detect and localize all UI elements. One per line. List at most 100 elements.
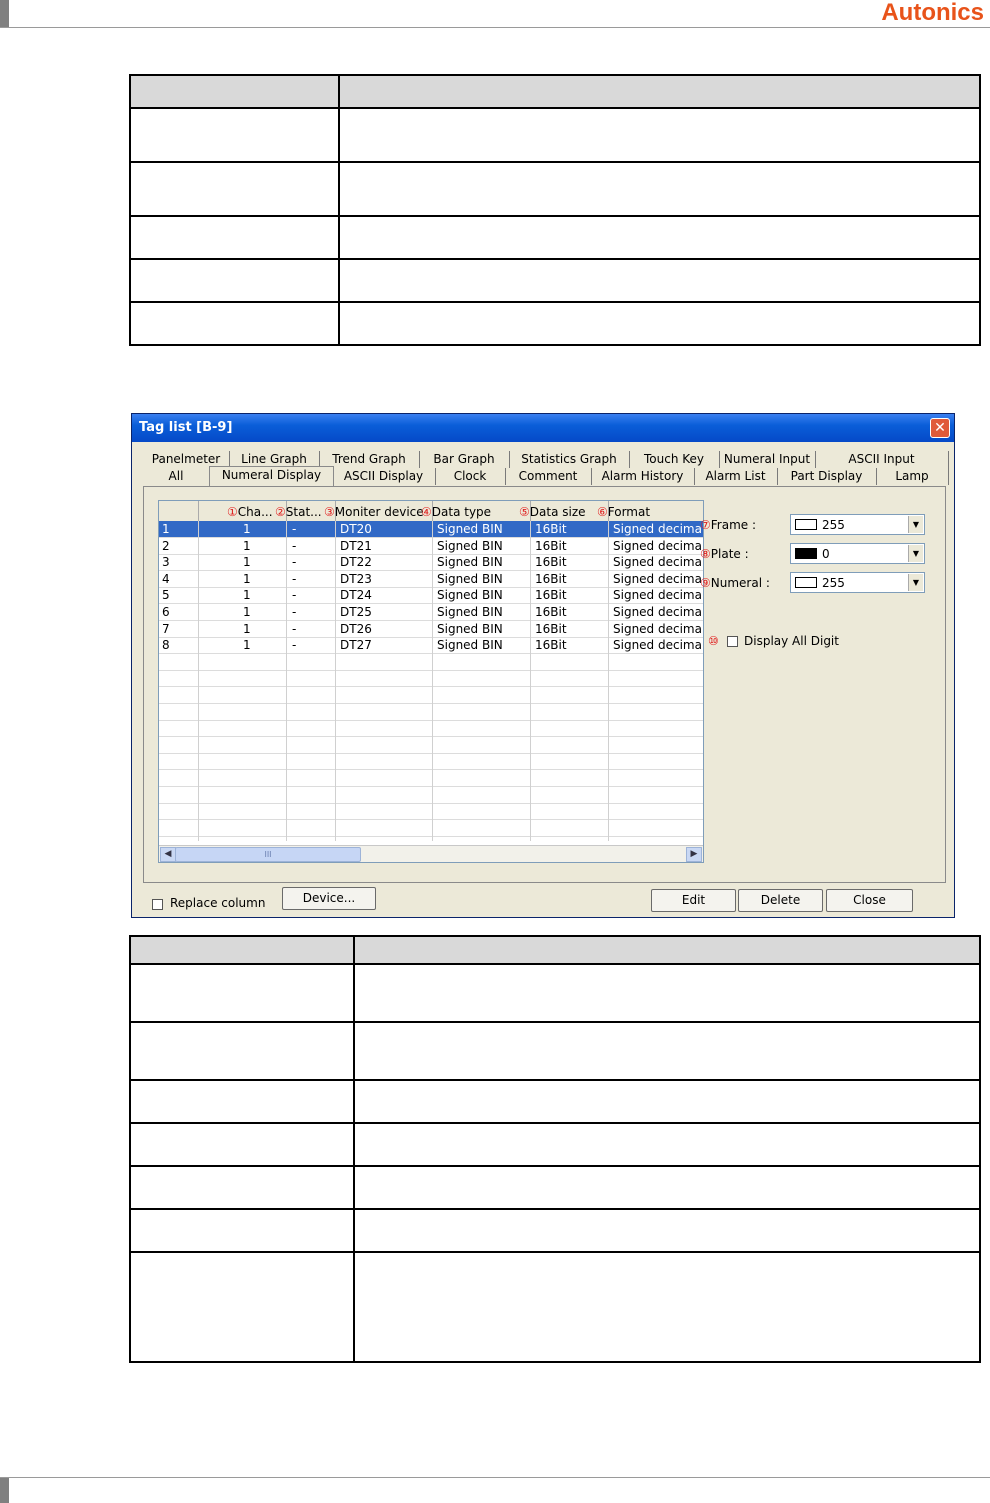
table-cell: - [292, 555, 297, 570]
tab-bar-graph[interactable]: Bar Graph [419, 451, 510, 468]
table-cell: - [292, 605, 297, 619]
table-cell: 4 [162, 571, 170, 586]
column-header-5[interactable]: ⑤Data size [519, 501, 609, 521]
table-cell: Signed BIN [437, 621, 503, 636]
table-cell: Signed decimal [613, 538, 704, 553]
chevron-down-icon[interactable]: ▼ [908, 516, 923, 533]
table-cell: Signed decimal [613, 638, 704, 653]
table-cell: DT24 [340, 588, 372, 603]
tab-trend-graph[interactable]: Trend Graph [319, 451, 420, 468]
column-header-3[interactable]: ③Moniter device [324, 501, 433, 521]
table-cell: 16Bit [535, 588, 567, 603]
tab-part-display[interactable]: Part Display [777, 468, 877, 485]
plate-color-select[interactable]: 0 ▼ [790, 543, 925, 564]
numeral-color-select[interactable]: 255 ▼ [790, 572, 925, 593]
frame-color-select[interactable]: 255 ▼ [790, 514, 925, 535]
tab-touch-key[interactable]: Touch Key [629, 451, 720, 468]
tab-alarm-history[interactable]: Alarm History [591, 468, 695, 485]
title-bar: Tag list [B-9] ✕ [132, 414, 954, 442]
table-cell: Signed BIN [437, 555, 503, 570]
tab-comment[interactable]: Comment [505, 468, 592, 485]
grid-header: ①Cha... ②Stat... ③Moniter device ④Data type… [159, 501, 703, 522]
table-cell: 7 [162, 621, 170, 636]
grid-divider [198, 521, 199, 841]
column-label: Data size [529, 505, 586, 519]
tab-numeral-input[interactable]: Numeral Input [719, 451, 816, 468]
numeral-color-swatch [795, 577, 817, 588]
table-cell: 16Bit [535, 638, 567, 653]
table-cell: Signed decimal [613, 605, 704, 619]
table-cell: 2 [162, 538, 170, 553]
table-cell: 1 [243, 605, 251, 619]
scroll-right-icon[interactable]: ▶ [686, 847, 702, 862]
table-cell: 16Bit [535, 538, 567, 553]
table-cell: Signed BIN [437, 571, 503, 586]
grid-divider [530, 521, 531, 841]
table-cell: DT27 [340, 638, 372, 653]
table-cell: 1 [162, 522, 170, 536]
frame-label: ⑦Frame : [700, 518, 757, 532]
chevron-down-icon[interactable]: ▼ [908, 574, 923, 591]
tab-statistics-graph[interactable]: Statistics Graph [509, 451, 630, 468]
top-table [129, 74, 981, 346]
tag-grid[interactable]: ①Cha... ②Stat... ③Moniter device ④Data type… [158, 500, 704, 863]
table-cell: DT23 [340, 571, 372, 586]
column-mark: ② [275, 505, 286, 519]
tab-clock[interactable]: Clock [435, 468, 506, 485]
grid-divider [432, 521, 433, 841]
table-cell: Signed BIN [437, 522, 503, 536]
table-cell: DT26 [340, 621, 372, 636]
scroll-thumb[interactable]: III [175, 847, 361, 862]
tab-row-2: All Numeral Display ASCII Display Clock Comm… [143, 466, 949, 486]
table-cell: DT20 [340, 522, 372, 536]
grid-divider [608, 521, 609, 841]
table-cell: Signed decimal [613, 522, 704, 536]
plate-label: ⑧Plate : [700, 547, 749, 561]
column-header-6[interactable]: ⑥Format [597, 501, 703, 521]
frame-color-swatch [795, 519, 817, 530]
tab-ascii-input[interactable]: ASCII Input [815, 451, 949, 468]
column-label: Cha... [237, 505, 273, 519]
table-cell: 5 [162, 588, 170, 603]
chevron-down-icon[interactable]: ▼ [908, 545, 923, 562]
tab-all[interactable]: All [143, 468, 210, 485]
close-button[interactable]: Close [826, 889, 913, 912]
table-cell: 1 [243, 638, 251, 653]
scroll-left-icon[interactable]: ◀ [160, 847, 176, 862]
column-mark: ⑤ [519, 505, 530, 519]
table-cell: - [292, 571, 297, 586]
edit-button[interactable]: Edit [651, 889, 736, 912]
table-cell: Signed BIN [437, 588, 503, 603]
table-cell: Signed decimal [613, 571, 704, 586]
table-cell: 1 [243, 571, 251, 586]
table-cell: - [292, 522, 297, 536]
column-label: Moniter device [334, 505, 424, 519]
table-cell: Signed BIN [437, 538, 503, 553]
table-cell: - [292, 638, 297, 653]
display-all-digit-checkbox[interactable] [727, 636, 738, 647]
table-cell: 1 [243, 555, 251, 570]
column-mark: ④ [421, 505, 432, 519]
table-cell: 16Bit [535, 621, 567, 636]
table-cell: 16Bit [535, 522, 567, 536]
tab-ascii-display[interactable]: ASCII Display [332, 468, 436, 485]
dialog-title: Tag list [B-9] [139, 420, 233, 435]
column-header-1[interactable]: ①Cha... [199, 501, 287, 521]
plate-color-swatch [795, 548, 817, 559]
tab-numeral-display[interactable]: Numeral Display [209, 466, 334, 486]
replace-column-checkbox[interactable] [152, 899, 163, 910]
column-mark: ① [227, 505, 238, 519]
brand-logo: Autonics [881, 0, 984, 26]
table-cell: 6 [162, 605, 170, 619]
table-cell: - [292, 538, 297, 553]
bottom-table [129, 935, 981, 1363]
column-label: Format [607, 505, 651, 519]
tab-alarm-list[interactable]: Alarm List [694, 468, 778, 485]
close-icon[interactable]: ✕ [930, 418, 950, 438]
column-header-4[interactable]: ④Data type [421, 501, 531, 521]
horizontal-scrollbar[interactable]: ◀ III ▶ [159, 845, 703, 862]
device-button[interactable]: Device... [282, 887, 376, 910]
delete-button[interactable]: Delete [738, 889, 823, 912]
display-all-mark: ⑩ [708, 634, 719, 648]
tab-lamp[interactable]: Lamp [876, 468, 949, 485]
